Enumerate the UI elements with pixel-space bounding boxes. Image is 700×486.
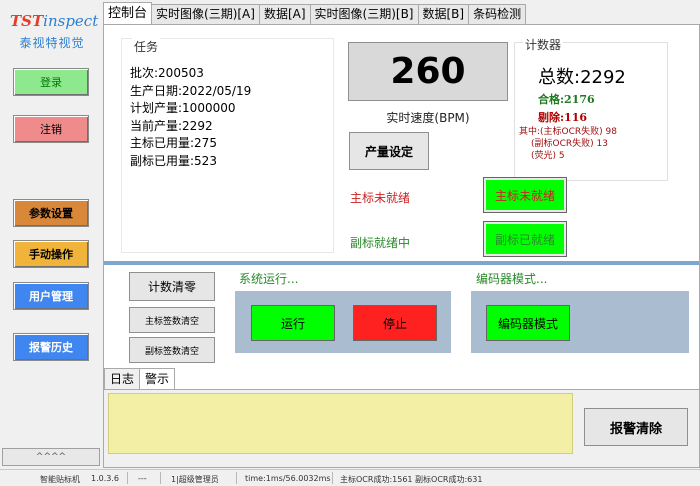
user-management-button[interactable]: 用户管理: [13, 282, 89, 310]
main-tabs: 控制台 实时图像(三期)[A] 数据[A] 实时图像(三期)[B] 数据[B] …: [103, 2, 527, 24]
statusbar-dash: ---: [138, 474, 147, 483]
reset-count-button[interactable]: 计数清零: [129, 272, 215, 301]
section-divider: [104, 261, 699, 265]
logout-button[interactable]: 注销: [13, 115, 89, 143]
clear-main-label-count-button[interactable]: 主标签数清空: [129, 307, 215, 333]
statusbar-separator: [160, 472, 161, 484]
log-tabs: 日志 警示: [104, 368, 176, 390]
production-date-text: 生产日期:2022/05/19: [130, 83, 252, 98]
login-button[interactable]: 登录: [13, 68, 89, 96]
logo-brand: TSTinspect: [10, 12, 98, 30]
reject-breakdown: 其中:(主标OCR失败) 98 (副标OCR失败) 13 (荧光) 5: [519, 126, 617, 162]
statusbar-separator: [127, 472, 128, 484]
tab-console[interactable]: 控制台: [103, 2, 153, 24]
statusbar-separator: [236, 472, 237, 484]
sub-label-status-button[interactable]: 副标已就绪: [483, 221, 567, 257]
main-label-status-text: 主标未就绪: [350, 191, 411, 205]
total-count: 总数:2292: [538, 67, 626, 88]
task-info: 批次:200503 生产日期:2022/05/19 计划产量:1000000 当…: [130, 65, 251, 170]
stop-button[interactable]: 停止: [353, 305, 437, 341]
planned-output-text: 计划产量:1000000: [130, 101, 236, 115]
logo-brand-prefix: TST: [10, 12, 44, 30]
tab-barcode-detection[interactable]: 条码检测: [468, 4, 527, 24]
realtime-speed-display: 260: [348, 42, 508, 101]
system-run-caption: 系统运行...: [239, 272, 299, 286]
encoder-mode-caption: 编码器模式...: [476, 272, 548, 286]
tab-data-b[interactable]: 数据[B]: [417, 4, 470, 24]
breakdown-fluorescence: (荧光) 5: [531, 151, 565, 161]
statusbar-version: 1.0.3.6: [91, 474, 119, 483]
sidebar: TSTinspect 泰视特视觉 登录 注销 参数设置 手动操作 用户管理 报警…: [0, 0, 102, 468]
current-output-text: 当前产量:2292: [130, 118, 213, 133]
main-label-status-button[interactable]: 主标未就绪: [483, 177, 567, 213]
clear-alarm-button[interactable]: 报警清除: [584, 408, 688, 446]
pass-count: 合格:2176: [538, 93, 595, 106]
parameter-settings-button[interactable]: 参数设置: [13, 199, 89, 227]
clear-sub-label-count-button[interactable]: 副标签数清空: [129, 337, 215, 363]
collapse-button[interactable]: ^^^^: [2, 448, 100, 466]
logo: TSTinspect 泰视特视觉: [10, 12, 98, 51]
statusbar-ocr-stats: 主标OCR成功:1561 副标OCR成功:631: [340, 475, 483, 484]
statusbar-app-name: 智能贴标机: [40, 475, 80, 484]
tab-warning[interactable]: 警示: [139, 368, 176, 389]
batch-text: 批次:200503: [130, 66, 204, 80]
breakdown-sub-ocr: (副标OCR失败) 13: [531, 139, 608, 149]
speed-label: 实时速度(BPM): [386, 111, 470, 125]
breakdown-main-ocr: 其中:(主标OCR失败) 98: [519, 127, 617, 137]
tab-live-image-a[interactable]: 实时图像(三期)[A]: [151, 4, 260, 24]
encoder-mode-button[interactable]: 编码器模式: [486, 305, 570, 341]
task-caption: 任务: [132, 38, 161, 55]
run-button[interactable]: 运行: [251, 305, 335, 341]
alarm-history-button[interactable]: 报警历史: [13, 333, 89, 361]
sub-label-status-text: 副标就绪中: [350, 236, 411, 250]
manual-operation-button[interactable]: 手动操作: [13, 240, 89, 268]
counter-caption: 计数器: [523, 36, 564, 53]
console-panel: 任务 批次:200503 生产日期:2022/05/19 计划产量:100000…: [103, 24, 700, 468]
tab-log[interactable]: 日志: [104, 368, 141, 389]
app-window: TSTinspect 泰视特视觉 登录 注销 参数设置 手动操作 用户管理 报警…: [0, 0, 700, 486]
output-setting-button[interactable]: 产量设定: [349, 132, 429, 170]
status-bar: 智能贴标机 1.0.3.6 --- 1|超级管理员 time:1ms/56.00…: [0, 469, 700, 486]
counter-panel: 计数器 总数:2292 合格:2176 剔除:116 其中:(主标OCR失败) …: [514, 36, 668, 181]
main-label-used-text: 主标已用量:275: [130, 136, 217, 150]
reject-count: 剔除:116: [538, 111, 588, 124]
statusbar-separator: [332, 472, 333, 484]
tab-data-a[interactable]: 数据[A]: [258, 4, 311, 24]
logo-subtitle: 泰视特视觉: [19, 36, 85, 50]
warning-message-box: [108, 393, 573, 454]
sub-label-used-text: 副标已用量:523: [130, 153, 217, 168]
task-panel: 任务 批次:200503 生产日期:2022/05/19 计划产量:100000…: [121, 38, 334, 253]
statusbar-user: 1|超级管理员: [171, 475, 219, 484]
logo-brand-suffix: inspect: [43, 12, 99, 30]
tab-live-image-b[interactable]: 实时图像(三期)[B]: [309, 4, 419, 24]
statusbar-time: time:1ms/56.0032ms: [245, 474, 331, 483]
